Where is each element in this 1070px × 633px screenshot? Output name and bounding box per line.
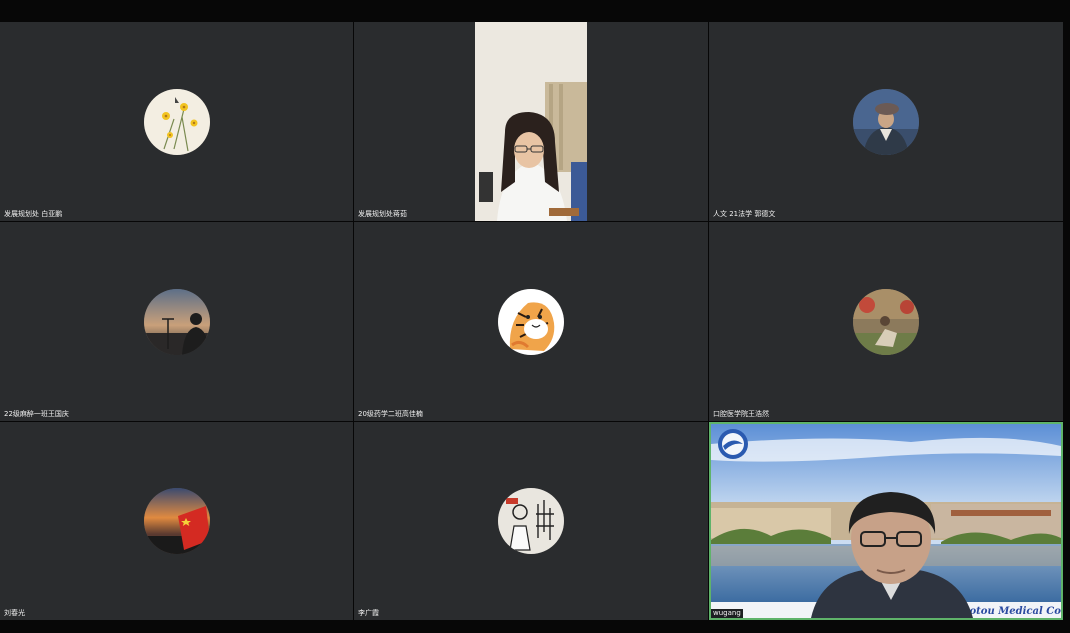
participant-tile[interactable]: 22级麻醉一班王国庆 [0, 222, 353, 421]
participant-name: 刘春光 [4, 609, 25, 617]
participant-tile-active-speaker[interactable]: aotou Medical College wugang [709, 422, 1063, 620]
calligraphy-cartoon-avatar-icon [498, 488, 564, 554]
participant-name: 人文 21法学 郭德文 [713, 210, 776, 218]
participant-tile[interactable]: 人文 21法学 郭德文 [709, 22, 1063, 221]
flower-avatar-icon [143, 88, 210, 155]
person-cap-avatar-icon [853, 88, 919, 155]
participant-name: wugang [711, 609, 743, 618]
participant-name: 李广霞 [358, 609, 379, 617]
sitting-person-avatar-icon [853, 288, 919, 355]
video-feed: aotou Medical College [711, 424, 1061, 618]
video-grid: 发展规划处 白亚鹏 发展规划处蒋茹 人文 21法学 郭德文 22级麻醉一班王国庆… [0, 22, 1063, 622]
video-feed [475, 22, 587, 221]
participant-name: 口腔医学院王浩然 [713, 410, 769, 418]
participant-tile[interactable]: 李广霞 [354, 422, 708, 620]
participant-tile[interactable]: 发展规划处蒋茹 [354, 22, 708, 221]
participant-tile[interactable]: 20级药学二班高佳楠 [354, 222, 708, 421]
sunset-silhouette-avatar-icon [143, 288, 210, 355]
participant-tile[interactable]: 刘春光 [0, 422, 353, 620]
tiger-cartoon-avatar-icon [498, 288, 564, 355]
participant-name: 20级药学二班高佳楠 [358, 410, 423, 418]
participant-name: 发展规划处蒋茹 [358, 210, 407, 218]
participant-tile[interactable]: 口腔医学院王浩然 [709, 222, 1063, 421]
flag-sunset-avatar-icon [143, 488, 210, 554]
participant-tile[interactable]: 发展规划处 白亚鹏 [0, 22, 353, 221]
background-caption: aotou Medical College [963, 606, 1061, 617]
participant-name: 22级麻醉一班王国庆 [4, 410, 69, 418]
participant-name: 发展规划处 白亚鹏 [4, 210, 63, 218]
